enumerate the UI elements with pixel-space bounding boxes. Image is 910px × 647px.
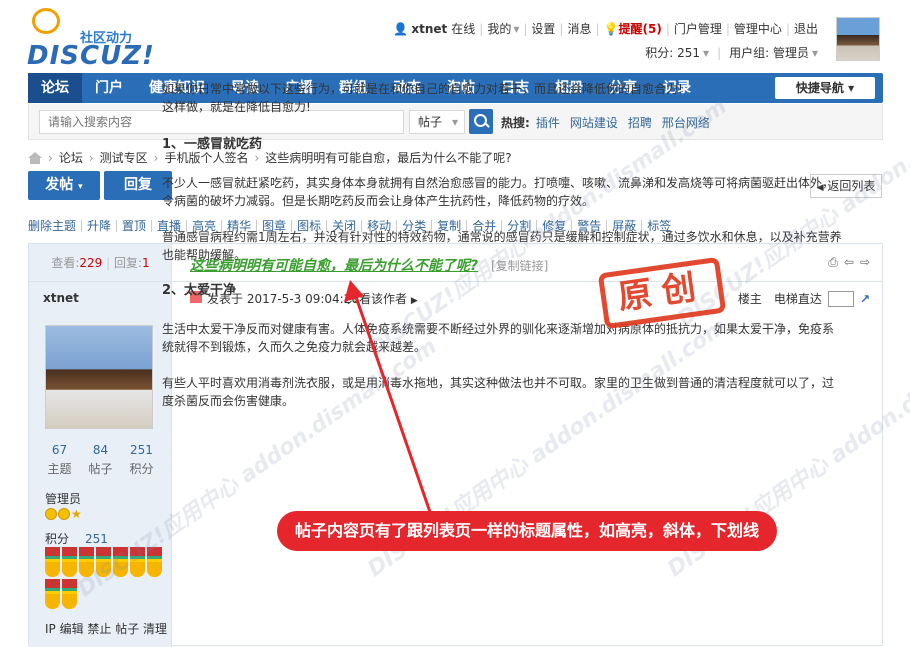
post-paragraph: 这样做，就是在降低自愈力! <box>162 100 311 114</box>
stat-label: 帖子 <box>88 462 113 476</box>
user-points-bar: 积分: 251 ▾ | 用户组: 管理员 ▾ <box>645 44 818 61</box>
user-toolbar: 👤 xtnet 在线 | 我的 ▾ | 设置 | 消息 | 💡 提醒(5) | … <box>393 20 818 37</box>
chevron-down-icon: ▾ <box>703 45 710 60</box>
author-stat[interactable]: 67 主题 <box>47 443 71 477</box>
logo-wordmark: DISCUZ! <box>27 41 155 71</box>
stat-value: 251 <box>130 443 153 457</box>
author-sidebar: 查看:229 | 回复:1 xtnet 67 主题 84 帖子 251 积分 管理员 … <box>29 244 172 647</box>
new-post-label: 发帖 <box>45 177 74 193</box>
user-icon: 👤 <box>393 21 409 36</box>
admin-center-link[interactable]: 管理中心 <box>734 20 782 37</box>
medal-icon[interactable] <box>45 547 60 577</box>
chevron-down-icon: ▾ <box>811 45 818 60</box>
post-heading: 2、太爱干净 <box>162 283 237 298</box>
points-label[interactable]: 积分: 251 <box>645 44 700 61</box>
portal-admin-link[interactable]: 门户管理 <box>674 20 722 37</box>
author-avatar[interactable] <box>45 325 153 429</box>
lightbulb-icon: 💡 <box>603 21 619 36</box>
my-menu[interactable]: 我的 <box>487 20 511 37</box>
author-stats: 67 主题 84 帖子 251 积分 <box>29 443 172 477</box>
messages-link[interactable]: 消息 <box>567 20 591 37</box>
post-paragraph: 生活中太爱干净反而对健康有害。人体免疫系统需要不断经过外界的驯化来逐渐增加对病原… <box>162 322 835 354</box>
mod-action[interactable]: 置顶 <box>116 220 151 232</box>
next-icon[interactable]: ⇨ <box>860 255 870 270</box>
breadcrumb-link[interactable]: 测试专区 <box>100 149 148 166</box>
annotation-callout: 帖子内容页有了跟列表页一样的标题属性，如高亮，斜体，下划线 <box>277 511 777 551</box>
home-icon[interactable] <box>28 151 42 164</box>
reminder-link[interactable]: 提醒(5) <box>618 20 661 37</box>
user-avatar[interactable] <box>836 17 880 61</box>
author-credits: 积分 251 <box>45 530 108 547</box>
previous-icon[interactable]: ⇦ <box>844 255 854 270</box>
star-icon: ★ <box>71 507 82 521</box>
nav-item[interactable]: 门户 <box>82 73 136 103</box>
rank-icons: ★ <box>45 508 83 520</box>
replies-label: 回复: <box>113 256 143 270</box>
post-paragraph: 普通感冒病程约需1周左右，并没有针对性的特效药物，通常说的感冒药只是缓解和控制症… <box>162 230 842 262</box>
nav-item[interactable]: 论坛 <box>28 73 82 103</box>
breadcrumb-link[interactable]: 论坛 <box>59 149 83 166</box>
author-name[interactable]: xtnet <box>43 291 79 305</box>
author-stat[interactable]: 84 帖子 <box>88 443 112 477</box>
medal-icon[interactable] <box>45 579 60 609</box>
medal-icon[interactable] <box>79 547 94 577</box>
credits-label: 积分 <box>45 532 70 546</box>
post-paragraph: 不少人一感冒就赶紧吃药，其实身体本身就拥有自然治愈感冒的能力。打喷嚏、咳嗽、流鼻… <box>162 176 835 208</box>
medal-icon[interactable] <box>96 547 111 577</box>
discuz-logo[interactable]: 社区动力 DISCUZ! <box>27 8 154 71</box>
new-post-button[interactable]: 发帖 ▾ <box>28 171 100 200</box>
medal-icon[interactable] <box>130 547 145 577</box>
views-label: 查看: <box>51 256 80 270</box>
admin-tools[interactable]: IP 编辑 禁止 帖子 清理 <box>45 620 167 637</box>
medals <box>45 547 165 609</box>
online-status[interactable]: 在线 <box>451 20 475 37</box>
logout-link[interactable]: 退出 <box>794 20 818 37</box>
post-paragraph: 如果你日常中常做以下这些行为，可就是在和你自己的自愈力对着干，而且还会降低你的自… <box>162 82 683 96</box>
thread-stats: 查看:229 | 回复:1 <box>29 244 172 282</box>
stat-value: 67 <box>51 443 68 457</box>
medal-icon[interactable] <box>147 547 162 577</box>
medal-icon[interactable] <box>113 547 128 577</box>
logo-bubble-icon <box>32 8 60 34</box>
go-icon[interactable]: ↗ <box>860 292 870 306</box>
stat-value: 84 <box>92 443 109 457</box>
replies-count: 1 <box>142 256 150 270</box>
post-body: 如果你日常中常做以下这些行为，可就是在和你自己的自愈力对着干，而且还会降低你的自… <box>162 80 842 410</box>
author-role[interactable]: 管理员 <box>45 490 81 507</box>
mod-action[interactable]: 升降 <box>81 220 116 232</box>
usergroup-label[interactable]: 用户组: 管理员 <box>729 44 809 61</box>
stat-label: 主题 <box>47 462 72 476</box>
sun-icon <box>58 508 70 520</box>
medal-icon[interactable] <box>62 579 77 609</box>
username-link[interactable]: xtnet <box>411 22 447 36</box>
mod-action[interactable]: 删除主题 <box>28 220 81 232</box>
settings-link[interactable]: 设置 <box>531 20 555 37</box>
credits-value: 251 <box>85 532 108 546</box>
medal-icon[interactable] <box>62 547 77 577</box>
author-stat[interactable]: 251 积分 <box>129 443 153 477</box>
views-count: 229 <box>79 256 103 270</box>
caret-down-icon: ▾ <box>78 182 83 192</box>
stat-label: 积分 <box>129 462 154 476</box>
post-paragraph: 有些人平时喜欢用消毒剂洗衣服，或是用消毒水拖地，其实这种做法也并不可取。家里的卫… <box>162 376 835 408</box>
post-heading: 1、一感冒就吃药 <box>162 137 263 152</box>
chevron-down-icon: ▾ <box>513 21 520 36</box>
sun-icon <box>45 508 57 520</box>
caret-down-icon: ▾ <box>848 81 855 95</box>
